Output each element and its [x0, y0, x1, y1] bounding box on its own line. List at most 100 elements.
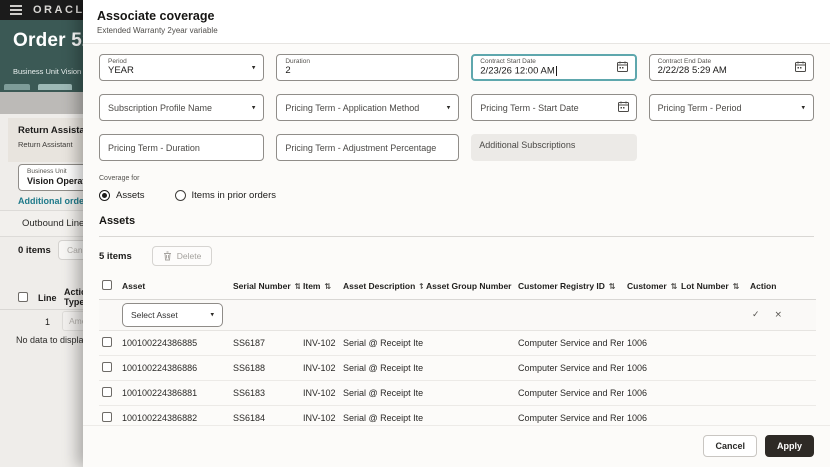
contract-end-label: Contract End Date: [657, 58, 712, 66]
coverage-for-label: Coverage for: [99, 175, 140, 182]
select-asset-dropdown[interactable]: Select Asset ▾: [122, 303, 223, 327]
period-select[interactable]: Period YEAR ▾: [99, 54, 265, 81]
cell-asset: 100100224386881: [119, 380, 230, 406]
duration-value: 2: [285, 65, 291, 77]
cell-group: [423, 355, 515, 381]
period-label: Period: [108, 58, 127, 66]
apply-button[interactable]: Apply: [764, 435, 814, 457]
pricing-period-select[interactable]: Pricing Term - Period ▾: [648, 94, 814, 121]
assets-toolbar: 5 items Delete: [99, 246, 814, 266]
text-cursor: [555, 66, 557, 77]
cancel-icon[interactable]: ×: [775, 310, 783, 320]
cell-lot: [678, 405, 747, 425]
pricing-adjustment-input[interactable]: Pricing Term - Adjustment Percentage: [276, 134, 460, 161]
cell-item: INV-102: [300, 330, 340, 356]
column-customer: Customer ⇅: [624, 273, 678, 300]
pricing-start-date-placeholder: Pricing Term - Start Date: [480, 102, 579, 113]
chevron-down-icon: ▾: [251, 63, 256, 72]
sort-icon[interactable]: ⇅: [733, 282, 740, 291]
sort-icon[interactable]: ⇅: [671, 282, 678, 291]
drawer-title: Associate coverage: [97, 9, 215, 23]
calendar-icon[interactable]: [794, 59, 806, 77]
select-all-checkbox[interactable]: [18, 292, 28, 302]
row-checkbox[interactable]: [102, 362, 112, 372]
cell-description: Serial @ Receipt Item: [340, 330, 423, 356]
cell-group: [423, 330, 515, 356]
cancel-button[interactable]: Cancel: [703, 435, 757, 457]
radio-items-prior-orders[interactable]: Items in prior orders: [174, 190, 276, 201]
sort-icon[interactable]: ⇅: [609, 282, 616, 291]
duration-label: Duration: [285, 58, 310, 66]
column-asset-description: Asset Description⇅: [340, 273, 423, 300]
radio-unselected-icon: [174, 190, 186, 201]
cell-description: Serial @ Receipt Item: [340, 355, 423, 381]
table-row: 100100224386882 SS6184 INV-102 Serial @ …: [99, 405, 816, 425]
associate-coverage-drawer: Associate coverage Extended Warranty 2ye…: [83, 0, 830, 467]
contract-start-value: 2/23/26 12:00 AM: [480, 65, 557, 77]
column-action: Action: [747, 273, 816, 300]
additional-subscriptions-field: Additional Subscriptions: [471, 134, 637, 161]
radio-prior-label: Items in prior orders: [191, 190, 276, 201]
outbound-items-count: 0 items: [18, 245, 51, 256]
cell-item: INV-102: [300, 405, 340, 425]
column-customer-registry-id: Customer Registry ID ⇅: [515, 273, 624, 300]
cell-group: [423, 380, 515, 406]
cell-lot: [678, 330, 747, 356]
pricing-application-method-placeholder: Pricing Term - Application Method: [285, 102, 420, 113]
chevron-down-icon: ▾: [446, 103, 451, 112]
contract-start-label: Contract Start Date: [480, 57, 536, 65]
period-value: YEAR: [108, 65, 134, 77]
subscription-profile-placeholder: Subscription Profile Name: [108, 102, 213, 113]
cell-action: [747, 355, 816, 381]
cell-description: Serial @ Receipt Item: [340, 405, 423, 425]
cell-action: [747, 330, 816, 356]
cell-action: [747, 405, 816, 425]
drawer-subtitle: Extended Warranty 2year variable: [97, 26, 218, 35]
drawer-body: Period YEAR ▾ Duration 2 Contract Start …: [83, 44, 830, 425]
cell-serial: SS6187: [230, 330, 300, 356]
assets-table: Asset Serial Number⇅ Item⇅ Asset Descrip…: [99, 273, 816, 425]
delete-button-label: Delete: [176, 251, 202, 261]
confirm-icon[interactable]: ✓: [752, 310, 760, 320]
asset-editor-row: Select Asset ▾ ✓ ×: [99, 299, 816, 331]
column-asset-group-number: Asset Group Number⇅: [423, 273, 515, 300]
cell-lot: [678, 355, 747, 381]
cell-item: INV-102: [300, 380, 340, 406]
calendar-icon[interactable]: [617, 99, 629, 117]
delete-button[interactable]: Delete: [151, 246, 213, 266]
trash-icon: [163, 251, 171, 261]
pricing-application-method-select[interactable]: Pricing Term - Application Method ▾: [276, 94, 460, 121]
coverage-form: Period YEAR ▾ Duration 2 Contract Start …: [99, 54, 814, 161]
hamburger-menu-icon[interactable]: [10, 5, 22, 15]
row-checkbox[interactable]: [102, 412, 112, 422]
cell-lot: [678, 380, 747, 406]
radio-selected-icon: [99, 190, 110, 201]
contract-end-date-input[interactable]: Contract End Date 2/22/28 5:29 AM: [648, 54, 814, 81]
chevron-down-icon: ▾: [801, 103, 805, 112]
table-row: 100100224386886 SS6188 INV-102 Serial @ …: [99, 355, 816, 381]
cell-serial: SS6188: [230, 355, 300, 381]
radio-assets[interactable]: Assets: [99, 190, 145, 201]
drawer-footer: Cancel Apply: [83, 425, 830, 467]
row-checkbox[interactable]: [102, 387, 112, 397]
select-all-assets-checkbox[interactable]: [102, 280, 112, 290]
column-serial-number: Serial Number⇅: [230, 273, 300, 300]
duration-input[interactable]: Duration 2: [276, 54, 460, 81]
column-asset: Asset: [119, 273, 230, 300]
contract-start-date-input[interactable]: Contract Start Date 2/23/26 12:00 AM: [471, 54, 637, 81]
additional-subscriptions-placeholder: Additional Subscriptions: [479, 140, 576, 150]
cell-registry: Computer Service and Rentals: [515, 355, 624, 381]
subscription-profile-select[interactable]: Subscription Profile Name ▾: [99, 94, 265, 121]
sort-icon[interactable]: ⇅: [324, 282, 331, 291]
row-checkbox[interactable]: [102, 337, 112, 347]
sort-icon[interactable]: ⇅: [295, 282, 300, 291]
chevron-down-icon: ▾: [210, 310, 214, 319]
pricing-adjustment-placeholder: Pricing Term - Adjustment Percentage: [285, 142, 437, 153]
cell-description: Serial @ Receipt Item: [340, 380, 423, 406]
pricing-duration-input[interactable]: Pricing Term - Duration: [99, 134, 265, 161]
sort-icon[interactable]: ⇅: [419, 282, 423, 291]
line-number-cell: 1: [45, 317, 51, 327]
cell-serial: SS6183: [230, 380, 300, 406]
pricing-start-date-input[interactable]: Pricing Term - Start Date: [471, 94, 637, 121]
calendar-icon[interactable]: [616, 59, 628, 77]
